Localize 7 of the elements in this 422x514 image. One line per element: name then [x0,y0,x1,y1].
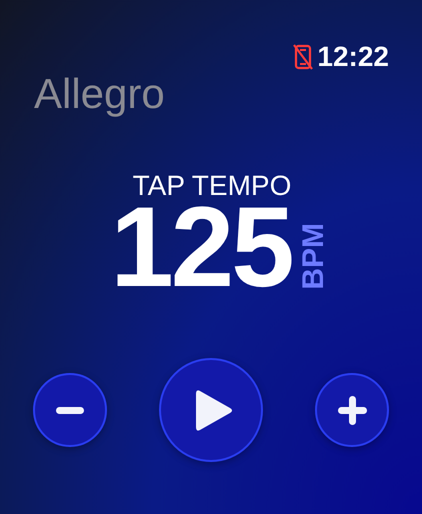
tempo-unit: BPM [298,223,330,290]
plus-button[interactable] [315,373,389,447]
plus-icon [338,396,366,424]
play-icon [196,388,232,432]
minus-icon [56,406,84,414]
app-title: Allegro [34,70,166,118]
clock-time: 12:22 [317,41,389,73]
